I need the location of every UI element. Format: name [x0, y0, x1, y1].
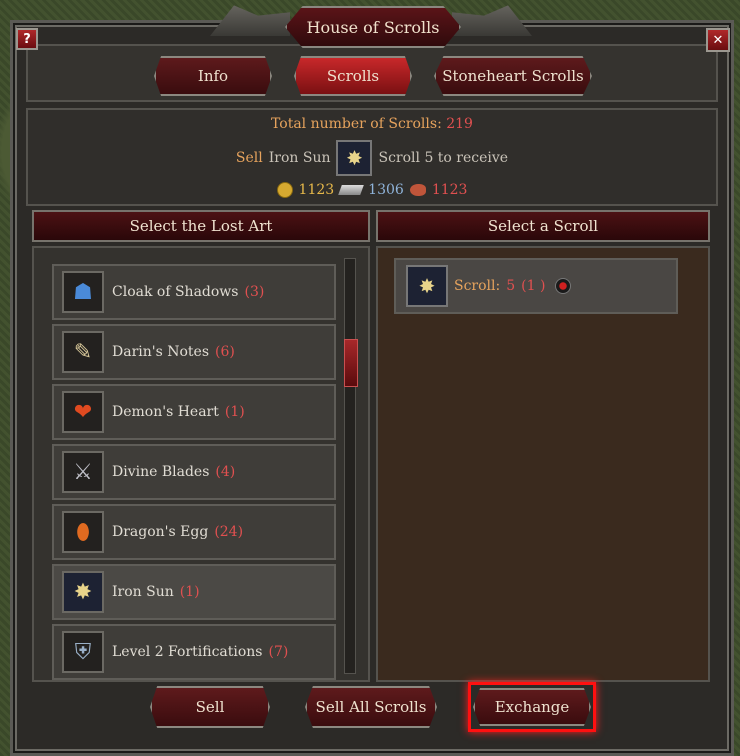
window-title: House of Scrolls: [285, 6, 461, 48]
scrollbar-thumb[interactable]: [344, 339, 358, 387]
notes-icon: ✎: [62, 331, 104, 373]
sell-scroll-text: Scroll 5 to receive: [378, 150, 509, 166]
sell-button[interactable]: Sell: [150, 686, 270, 728]
exchange-button[interactable]: Exchange: [473, 688, 591, 726]
sell-line: Sell Iron Sun ✸ Scroll 5 to receive: [28, 138, 716, 178]
scroll-count: (1 ): [521, 278, 546, 294]
item-name: Dragon's Egg: [112, 524, 209, 540]
scroll-header: Select a Scroll: [376, 210, 710, 242]
iron-amount: 1306: [368, 182, 404, 198]
scroll-label: Scroll:: [454, 278, 501, 294]
list-item-iron-sun[interactable]: ✸ Iron Sun (1): [52, 564, 336, 620]
item-count: (4): [215, 464, 236, 480]
item-count: (3): [244, 284, 265, 300]
scroll-list: ✸ Scroll: 5 (1 ): [376, 246, 710, 682]
item-count: (24): [214, 524, 244, 540]
list-scrollbar[interactable]: [344, 258, 358, 674]
close-button[interactable]: ✕: [706, 28, 730, 52]
meat-amount: 1123: [431, 182, 468, 198]
iron-bar-icon: [338, 185, 364, 195]
item-count: (7): [268, 644, 289, 660]
item-name: Cloak of Shadows: [112, 284, 239, 300]
scroll-radio-button[interactable]: [555, 278, 572, 294]
scroll-number: 5: [506, 278, 516, 294]
list-item-cloak-of-shadows[interactable]: ☗ Cloak of Shadows (3): [52, 264, 336, 320]
heart-icon: ❤: [62, 391, 104, 433]
total-scrolls-value: 219: [446, 116, 473, 132]
iron-sun-scroll-icon: ✸: [336, 140, 373, 176]
gold-amount: 1123: [298, 182, 335, 198]
meat-icon: [409, 184, 426, 196]
list-item-level-2-fortifications[interactable]: ⛨ Level 2 Fortifications (7): [52, 624, 336, 680]
item-count: (1): [224, 404, 245, 420]
item-name: Level 2 Fortifications: [112, 644, 263, 660]
tab-info[interactable]: Info: [154, 56, 272, 96]
blades-icon: ⚔: [62, 451, 104, 493]
sell-all-scrolls-button[interactable]: Sell All Scrolls: [305, 686, 437, 728]
tab-bar: Info Scrolls Stoneheart Scrolls: [26, 44, 718, 102]
iron-sun-scroll-icon: ✸: [406, 265, 448, 307]
tab-stoneheart-scrolls[interactable]: Stoneheart Scrolls: [434, 56, 592, 96]
tab-scrolls[interactable]: Scrolls: [294, 56, 412, 96]
list-item-demons-heart[interactable]: ❤ Demon's Heart (1): [52, 384, 336, 440]
list-item-divine-blades[interactable]: ⚔ Divine Blades (4): [52, 444, 336, 500]
item-name: Darin's Notes: [112, 344, 210, 360]
list-item-dragons-egg[interactable]: ⬮ Dragon's Egg (24): [52, 504, 336, 560]
info-panel: Total number of Scrolls: 219 Sell Iron S…: [26, 108, 718, 206]
sell-item-name: Iron Sun: [268, 150, 331, 166]
list-item-darins-notes[interactable]: ✎ Darin's Notes (6): [52, 324, 336, 380]
shield-icon: ⛨: [62, 631, 104, 673]
sell-prefix: Sell: [235, 150, 263, 166]
item-name: Demon's Heart: [112, 404, 219, 420]
hood-icon: ☗: [62, 271, 104, 313]
help-button[interactable]: ?: [16, 28, 38, 50]
item-count: (1): [179, 584, 200, 600]
item-count: (6): [215, 344, 235, 360]
scroll-option[interactable]: ✸ Scroll: 5 (1 ): [394, 258, 678, 314]
egg-icon: ⬮: [62, 511, 104, 553]
total-scrolls-label: Total number of Scrolls:: [271, 116, 442, 132]
lost-art-list[interactable]: ☗ Cloak of Shadows (3) ✎ Darin's Notes (…: [32, 246, 370, 682]
item-name: Divine Blades: [112, 464, 210, 480]
total-scrolls-line: Total number of Scrolls: 219: [28, 116, 716, 132]
gold-coin-icon: [276, 182, 293, 198]
sun-icon: ✸: [62, 571, 104, 613]
resource-line: 1123 1306 1123: [28, 182, 716, 198]
item-name: Iron Sun: [112, 584, 174, 600]
lost-art-header: Select the Lost Art: [32, 210, 370, 242]
